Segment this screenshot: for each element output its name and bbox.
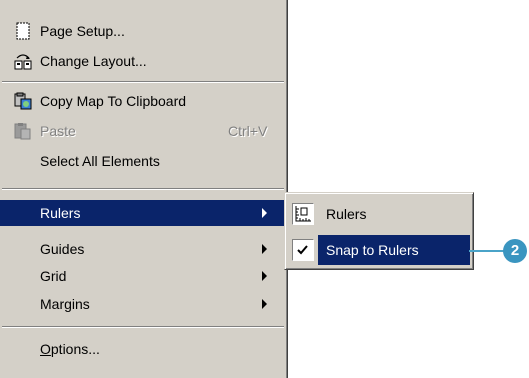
submenu-arrow-icon [262,208,267,218]
menu-item-label: Margins [40,296,90,312]
menu-item-label: Copy Map To Clipboard [40,93,187,109]
menu-item-label: Paste [40,123,76,139]
callout-number-badge: 2 [503,239,527,263]
checkmark-icon [292,239,314,261]
submenu-item-label: Rulers [326,206,367,222]
rulers-submenu: Rulers Snap to Rulers [284,192,474,270]
menu-item-label: Grid [40,268,67,284]
submenu-arrow-icon [262,271,267,281]
menu-item-rulers[interactable]: Rulers [0,200,286,226]
menu-item-copy-map-to-clipboard[interactable]: Copy Map To Clipboard [0,88,286,114]
menu-item-options[interactable]: Options... [0,336,286,362]
menu-item-select-all-elements[interactable]: Select All Elements [0,148,286,174]
menu-separator [2,326,284,328]
menu-item-margins[interactable]: Margins [0,291,286,317]
menu-item-shortcut: Ctrl+V [228,123,268,139]
change-layout-icon [14,52,32,70]
submenu-item-label: Snap to Rulers [326,242,419,258]
copy-map-icon [14,92,32,110]
menu-separator [2,81,284,83]
menu-item-label: Options... [40,341,100,357]
menu-item-guides[interactable]: Guides [0,236,286,262]
menu-separator [2,188,284,190]
menu-item-change-layout[interactable]: Change Layout... [0,48,286,74]
context-menu: Page Setup... Change Layout... Copy Map … [0,0,288,378]
callout-leader-line [469,250,507,252]
submenu-item-rulers[interactable]: Rulers [288,199,470,229]
menu-item-label: Guides [40,241,85,257]
menu-item-label: Select All Elements [40,153,160,169]
page-setup-icon [14,22,32,40]
menu-item-label: Change Layout... [40,53,147,69]
menu-item-paste[interactable]: Paste Ctrl+V [0,118,286,144]
paste-icon [14,122,32,140]
rulers-icon [292,203,314,225]
menu-item-label: Rulers [40,205,81,221]
menu-item-grid[interactable]: Grid [0,263,286,289]
menu-item-label: Page Setup... [40,23,125,39]
submenu-arrow-icon [262,299,267,309]
submenu-arrow-icon [262,244,267,254]
submenu-item-snap-to-rulers[interactable]: Snap to Rulers [288,235,470,265]
menu-item-page-setup[interactable]: Page Setup... [0,18,286,44]
